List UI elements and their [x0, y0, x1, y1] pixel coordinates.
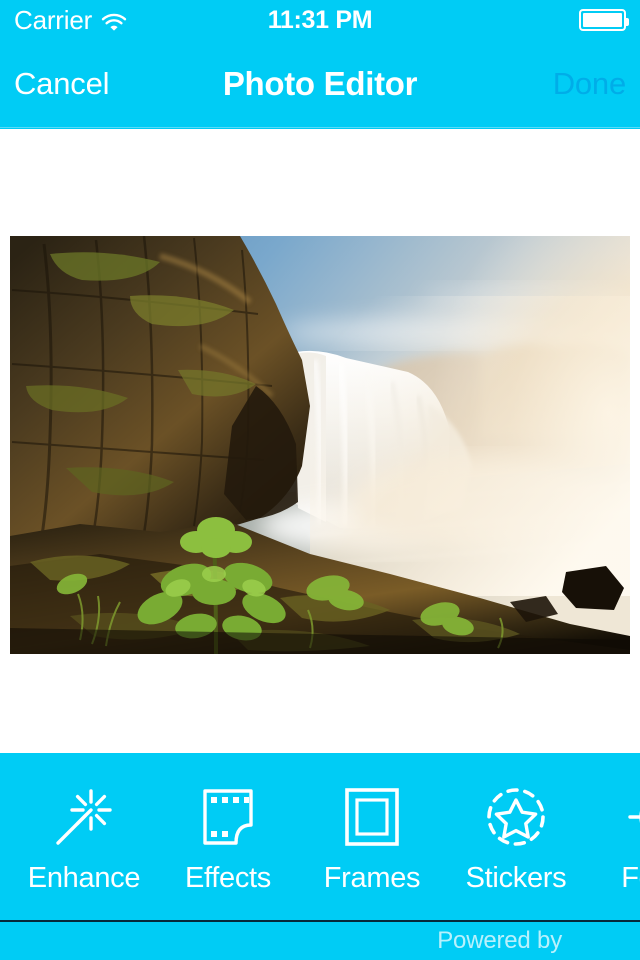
- tool-label-frames: Frames: [323, 862, 421, 894]
- navigation-bar: Cancel Photo Editor Done: [0, 40, 640, 128]
- film-frame-icon: [192, 781, 264, 853]
- done-button[interactable]: Done: [553, 66, 627, 102]
- tool-label-stickers: Stickers: [465, 862, 567, 894]
- editor-canvas: [0, 129, 640, 753]
- tool-focus[interactable]: Focus: [588, 781, 640, 895]
- tool-label-enhance: Enhance: [27, 862, 141, 894]
- nested-squares-icon: [336, 781, 408, 853]
- page-title: Photo Editor: [222, 64, 418, 102]
- tool-enhance[interactable]: Enhance: [12, 781, 156, 895]
- status-bar-clock: 11:31 PM: [267, 6, 373, 34]
- photo-preview[interactable]: [10, 236, 630, 654]
- battery-cap: [626, 18, 629, 26]
- tool-frames[interactable]: Frames: [300, 781, 444, 895]
- focus-circle-icon: [624, 781, 640, 853]
- tool-strip[interactable]: Enhance Effects Frames Stickers F: [0, 753, 640, 920]
- footer-bar: Powered by: [0, 920, 640, 960]
- waterfall-photograph: [10, 236, 630, 654]
- battery-full-icon: [579, 9, 629, 31]
- tool-effects[interactable]: Effects: [156, 781, 300, 895]
- powered-by-label: Powered by: [437, 927, 562, 954]
- battery-fill: [583, 13, 622, 27]
- editor-tool-bar[interactable]: Enhance Effects Frames Stickers F: [0, 753, 640, 920]
- tool-stickers[interactable]: Stickers: [444, 781, 588, 895]
- dashed-circle-star-icon: [480, 781, 552, 853]
- magic-wand-icon: [48, 781, 120, 853]
- status-bar: Carrier 11:31 PM: [0, 0, 640, 40]
- tool-label-focus: Focus: [621, 862, 640, 894]
- photo-editor-screen: Carrier 11:31 PM Cancel Photo Editor Don…: [0, 0, 640, 960]
- status-bar-right: [579, 9, 629, 31]
- tool-label-effects: Effects: [184, 862, 272, 894]
